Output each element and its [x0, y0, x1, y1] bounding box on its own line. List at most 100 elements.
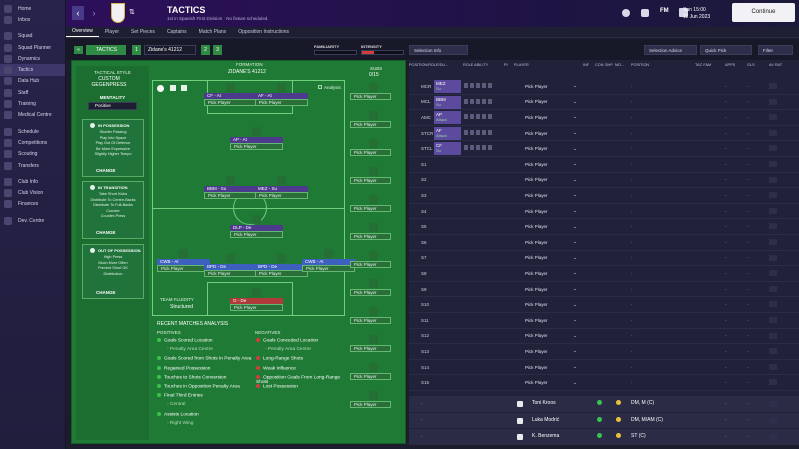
- sidebar-item-training[interactable]: Training: [0, 98, 65, 109]
- sub-pick-player-select[interactable]: Pick Player: [350, 149, 391, 156]
- row-action-button[interactable]: [769, 223, 777, 230]
- player-pick-select[interactable]: Pick Player: [525, 287, 548, 292]
- row-action-button[interactable]: [769, 285, 777, 292]
- column-header-inf[interactable]: INF: [583, 63, 589, 67]
- column-header-tac-fam[interactable]: TAC FAM: [695, 63, 711, 67]
- row-action-button[interactable]: [769, 417, 777, 424]
- dropdown-chevron-icon[interactable]: ⌄: [573, 333, 577, 339]
- table-row[interactable]: S10Pick Player⌄----: [409, 297, 799, 313]
- pitch-position-slot[interactable]: DLP - De Pick Player: [230, 225, 283, 238]
- pitch-position-slot[interactable]: CWB - At Pick Player: [302, 259, 355, 272]
- row-action-button[interactable]: [769, 114, 777, 121]
- trophy-icon[interactable]: [641, 9, 649, 17]
- table-row[interactable]: S14Pick Player⌄----: [409, 360, 799, 376]
- row-action-button[interactable]: [769, 207, 777, 214]
- dropdown-chevron-icon[interactable]: ⌄: [573, 224, 577, 230]
- player-pick-select[interactable]: Pick Player: [525, 115, 548, 120]
- row-action-button[interactable]: [769, 301, 777, 308]
- sub-shirt-icon[interactable]: [369, 251, 378, 260]
- pick-player-select[interactable]: Pick Player: [230, 231, 283, 238]
- table-row[interactable]: S9Pick Player⌄----: [409, 282, 799, 298]
- sidebar-item-inbox[interactable]: Inbox: [0, 14, 65, 25]
- player-shirt-icon[interactable]: [226, 254, 235, 263]
- player-row[interactable]: - Toni Kroos DM, M (C) - -: [409, 396, 799, 412]
- table-row[interactable]: S6Pick Player⌄----: [409, 235, 799, 251]
- pick-player-select[interactable]: Pick Player: [302, 265, 355, 272]
- player-row[interactable]: - Luka Modrić DM, M/AM (C) - -: [409, 412, 799, 428]
- sub-shirt-icon[interactable]: [369, 307, 378, 316]
- continue-button[interactable]: Continue: [732, 3, 795, 22]
- column-header-con[interactable]: CON: [595, 63, 603, 67]
- pitch-position-slot[interactable]: MEZ - Su Pick Player: [255, 186, 308, 199]
- row-action-button[interactable]: [769, 363, 777, 370]
- sidebar-item-squad[interactable]: Squad: [0, 31, 65, 42]
- table-row[interactable]: S3Pick Player⌄----: [409, 188, 799, 204]
- player-pick-select[interactable]: Pick Player: [525, 240, 548, 245]
- tactic-slot-1-button[interactable]: 1: [132, 45, 141, 55]
- sub-pick-player-select[interactable]: Pick Player: [350, 373, 391, 380]
- pick-player-select[interactable]: Pick Player: [157, 265, 210, 272]
- analysis-checkbox[interactable]: [318, 85, 322, 89]
- pitch-bars-icon[interactable]: [181, 85, 187, 91]
- column-header-gls[interactable]: GLS: [747, 63, 755, 67]
- row-action-button[interactable]: [769, 379, 777, 386]
- forward-button[interactable]: ›: [88, 6, 100, 20]
- row-action-button[interactable]: [769, 401, 777, 407]
- change-button[interactable]: CHANGE: [96, 168, 116, 173]
- sidebar-item-dev-centre[interactable]: Dev. Centre: [0, 215, 65, 226]
- sidebar-item-finances[interactable]: Finances: [0, 199, 65, 210]
- table-row[interactable]: MCLBBMSuPick Player⌄----: [409, 95, 799, 111]
- sidebar-item-club-vision[interactable]: Club Vision: [0, 187, 65, 198]
- dropdown-chevron-icon[interactable]: ⌄: [573, 286, 577, 292]
- player-pick-select[interactable]: Pick Player: [525, 365, 548, 370]
- row-action-button[interactable]: [769, 98, 777, 105]
- sub-pick-player-select[interactable]: Pick Player: [350, 177, 391, 184]
- sub-pick-player-select[interactable]: Pick Player: [350, 261, 391, 268]
- table-row[interactable]: S15Pick Player⌄----: [409, 375, 799, 391]
- table-row[interactable]: AMCAPAttackPick Player⌄----: [409, 110, 799, 126]
- pitch-position-slot[interactable]: BBM - Su Pick Player: [204, 186, 257, 199]
- column-header-position-role-du[interactable]: POSITION/ROLE/DU...: [409, 63, 448, 67]
- table-row[interactable]: S1Pick Player⌄----: [409, 157, 799, 173]
- sub-pick-player-select[interactable]: Pick Player: [350, 345, 391, 352]
- filter-button[interactable]: Filter: [758, 45, 793, 55]
- collapse-button[interactable]: «: [74, 46, 83, 54]
- dropdown-chevron-icon[interactable]: ⌄: [573, 130, 577, 136]
- selection-advice-button[interactable]: Selection Advice: [644, 45, 697, 55]
- sidebar-item-home[interactable]: Home: [0, 3, 65, 14]
- sub-pick-player-select[interactable]: Pick Player: [350, 205, 391, 212]
- sidebar-item-tactics[interactable]: Tactics: [0, 64, 65, 76]
- row-action-button[interactable]: [769, 145, 777, 152]
- row-action-button[interactable]: [769, 83, 777, 89]
- dropdown-chevron-icon[interactable]: ⌄: [573, 177, 577, 183]
- column-header-role-ability[interactable]: ROLE ABILITY: [463, 63, 488, 67]
- player-pick-select[interactable]: Pick Player: [525, 318, 548, 323]
- pitch-view-icon[interactable]: [157, 85, 164, 92]
- player-shirt-icon[interactable]: [226, 176, 235, 185]
- player-row[interactable]: - K. Benzema ST (C) - -: [409, 429, 799, 445]
- player-pick-select[interactable]: Pick Player: [525, 146, 548, 151]
- player-pick-select[interactable]: Pick Player: [525, 333, 548, 338]
- column-header-player[interactable]: PLAYER: [514, 63, 529, 67]
- dropdown-chevron-icon[interactable]: ⌄: [573, 270, 577, 276]
- player-shirt-icon[interactable]: [252, 127, 261, 136]
- player-name[interactable]: Toni Kroos: [532, 400, 556, 406]
- sidebar-item-scouting[interactable]: Scouting: [0, 149, 65, 160]
- dropdown-chevron-icon[interactable]: ⌄: [573, 146, 577, 152]
- sub-shirt-icon[interactable]: [369, 363, 378, 372]
- player-pick-select[interactable]: Pick Player: [525, 131, 548, 136]
- table-row[interactable]: S4Pick Player⌄----: [409, 204, 799, 220]
- formation-name[interactable]: ZIDANE'S 41212: [228, 69, 266, 75]
- role-duty-select[interactable]: MEZ Su: [434, 80, 461, 93]
- fm-logo-icon[interactable]: FM: [660, 8, 669, 14]
- column-header-apps[interactable]: APPS: [725, 63, 735, 67]
- row-action-button[interactable]: [769, 434, 777, 440]
- player-shirt-icon[interactable]: [252, 215, 261, 224]
- player-pick-select[interactable]: Pick Player: [525, 177, 548, 182]
- dropdown-chevron-icon[interactable]: ⌄: [573, 364, 577, 370]
- row-action-button[interactable]: [769, 161, 777, 167]
- table-row[interactable]: S11Pick Player⌄----: [409, 313, 799, 329]
- table-row[interactable]: S12Pick Player⌄----: [409, 329, 799, 345]
- player-name[interactable]: Luka Modrić: [532, 417, 559, 423]
- quick-pick-button[interactable]: Quick Pick: [700, 45, 752, 55]
